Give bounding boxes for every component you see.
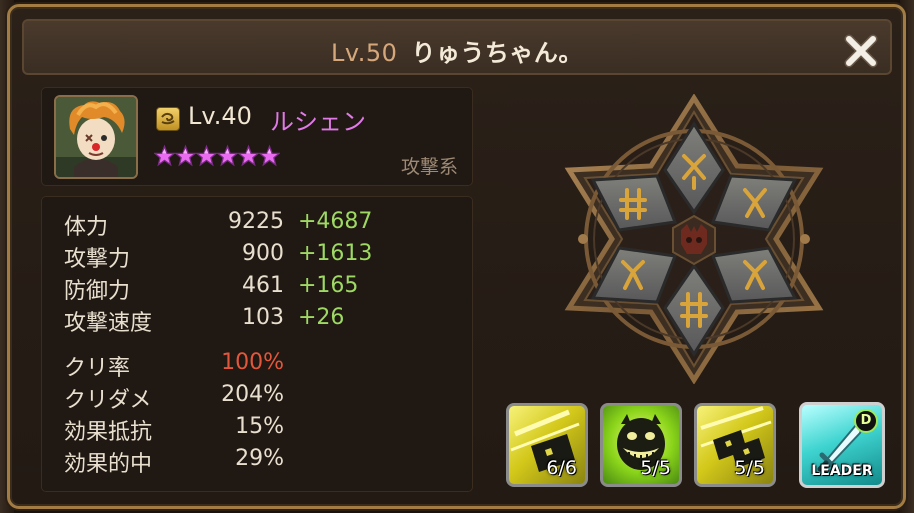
stat-row-spd: 攻撃速度 103 +26 [42, 305, 472, 336]
leader-label: LEADER [811, 463, 873, 479]
title-bar: Lv.50 りゅうちゃん。 [22, 19, 892, 75]
monster-name: ルシェン [270, 108, 366, 136]
leader-skill-button[interactable]: D LEADER [799, 402, 885, 488]
wind-element-icon [156, 107, 180, 131]
star-icon [175, 144, 196, 167]
stat-row-hp: 体力 9225 +4687 [42, 209, 472, 240]
skill-level: 5/5 [640, 457, 671, 479]
star-icon [217, 144, 238, 167]
stat-bonus: +165 [298, 273, 359, 298]
skill-3-button[interactable]: 5/5 [694, 403, 776, 487]
stat-row-atk: 攻撃力 900 +1613 [42, 241, 472, 272]
stat-base: 29% [235, 446, 284, 471]
monster-summary: Lv.40 ルシェン 攻撃系 [41, 87, 473, 186]
monster-level: Lv.40 [188, 102, 252, 130]
star-rating [154, 143, 280, 171]
stat-row-crit-dmg: クリダメ 204% [42, 382, 472, 413]
stat-label: クリ率 [64, 356, 131, 381]
stat-base: 204% [221, 382, 284, 407]
stat-bonus: +4687 [298, 209, 373, 234]
stat-bonus: +1613 [298, 241, 373, 266]
stat-label: 防御力 [64, 279, 131, 304]
close-button[interactable] [844, 34, 878, 68]
stat-row-accuracy: 効果的中 29% [42, 446, 472, 477]
stat-label: 効果抵抗 [64, 420, 153, 445]
monster-type: 攻撃系 [400, 156, 458, 178]
stat-label: 攻撃力 [64, 247, 131, 272]
star-icon [259, 144, 280, 167]
skill-1-button[interactable]: 6/6 [506, 403, 588, 487]
skill-level: 5/5 [734, 457, 765, 479]
stat-base: 15% [235, 414, 284, 439]
stat-base: 900 [242, 241, 284, 266]
stat-bonus: +26 [298, 305, 345, 330]
stat-base: 9225 [228, 209, 284, 234]
stat-label: 攻撃速度 [64, 311, 153, 336]
player-level: Lv.50 [331, 39, 398, 67]
stats-panel: 体力 9225 +4687 攻撃力 900 +1613 防御力 461 +165… [41, 196, 473, 492]
skill-badge: D [854, 409, 878, 433]
close-icon [844, 34, 878, 68]
title-text: Lv.50 りゅうちゃん。 [24, 33, 890, 68]
stat-row-def: 防御力 461 +165 [42, 273, 472, 304]
monster-portrait[interactable] [54, 95, 138, 179]
stat-base: 100% [221, 350, 284, 375]
jester-portrait-icon [56, 97, 136, 177]
stat-label: クリダメ [64, 388, 152, 413]
stat-base: 103 [242, 305, 284, 330]
skill-level: 6/6 [546, 457, 577, 479]
stat-label: 効果的中 [64, 452, 153, 477]
star-icon [154, 144, 175, 167]
stat-label: 体力 [64, 215, 109, 240]
stat-base: 461 [242, 273, 284, 298]
stat-row-crit-rate: クリ率 100% [42, 350, 472, 381]
skill-2-button[interactable]: 5/5 [600, 403, 682, 487]
star-icon [238, 144, 259, 167]
stat-row-resistance: 効果抵抗 15% [42, 414, 472, 445]
rune-board [563, 93, 825, 385]
star-icon [196, 144, 217, 167]
player-name: りゅうちゃん。 [411, 39, 583, 67]
